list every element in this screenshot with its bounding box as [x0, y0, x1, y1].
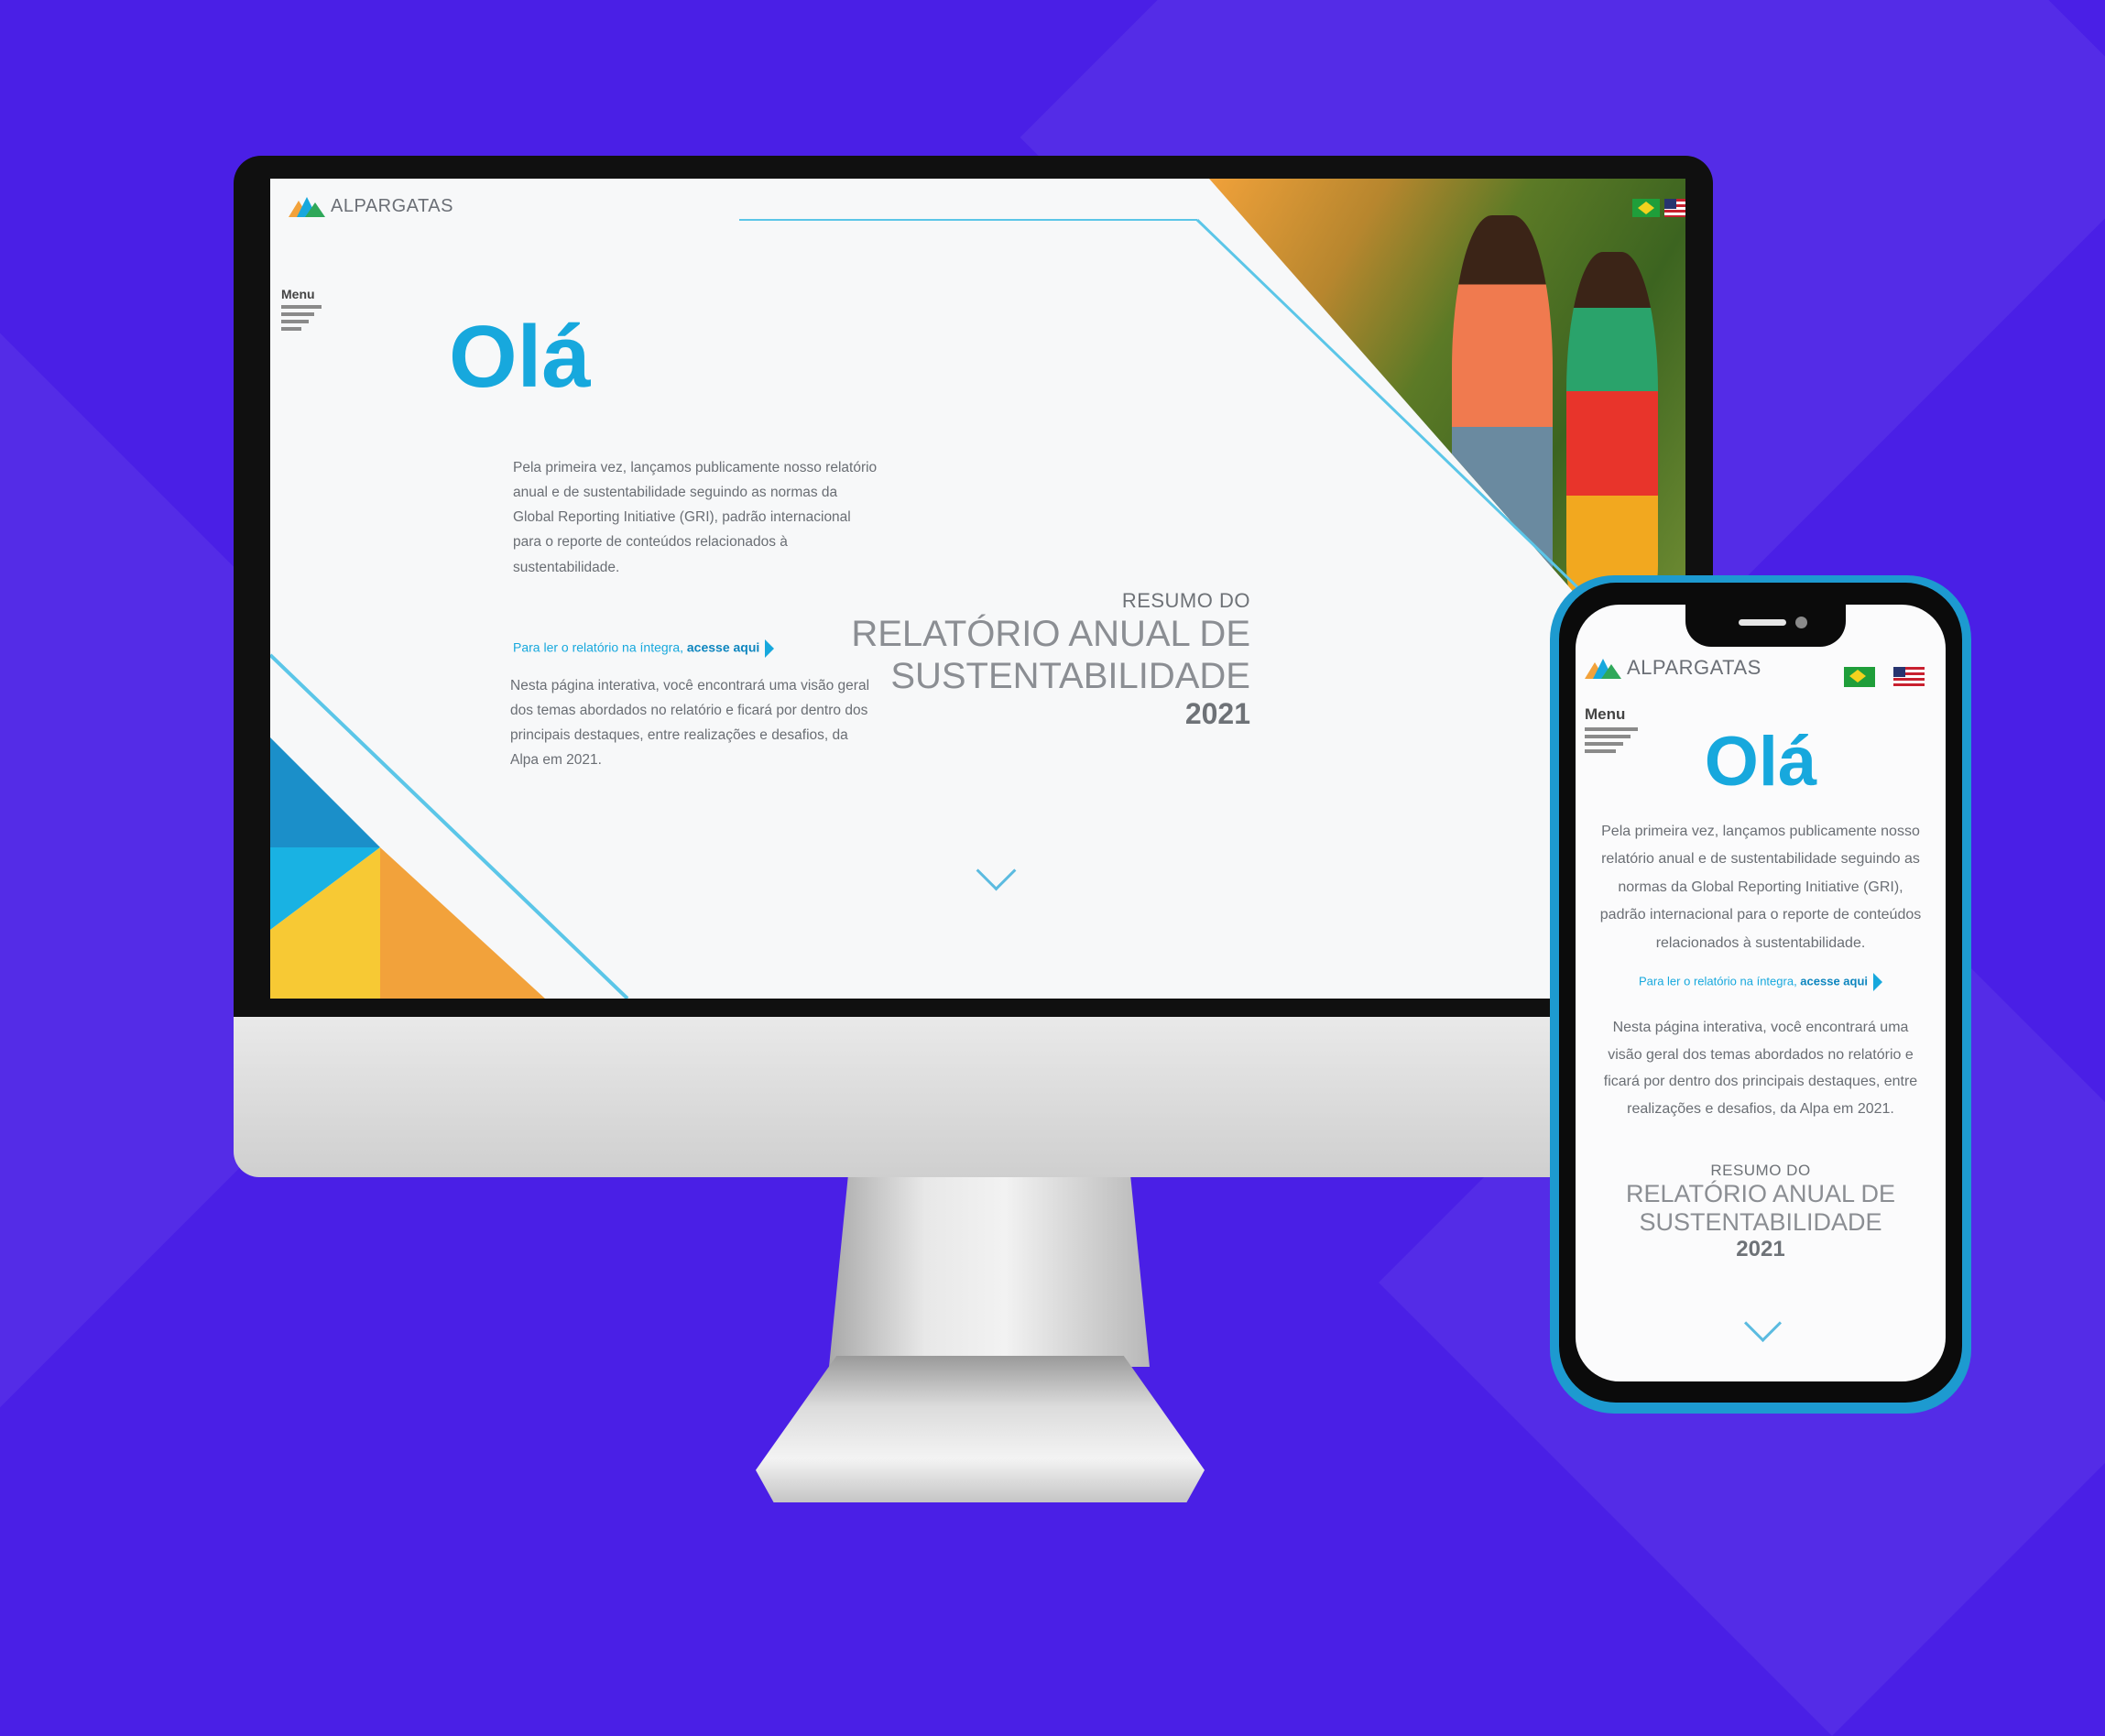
phone-bezel: ALPARGATAS Menu Olá Pela primeira vez, l… [1559, 583, 1962, 1403]
monitor-stand-base [756, 1356, 1205, 1502]
brazil-flag-icon[interactable] [1844, 667, 1875, 687]
front-camera [1795, 617, 1807, 628]
brand-logo-mobile[interactable]: ALPARGATAS [1585, 656, 1761, 680]
mobile-phone: ALPARGATAS Menu Olá Pela primeira vez, l… [1550, 575, 1971, 1414]
desktop-screen: ALPARGATAS Menu Olá Pela primeira vez, l… [270, 179, 1685, 999]
monitor-stand-neck [829, 1174, 1150, 1367]
brazil-flag-icon[interactable] [1632, 199, 1660, 217]
intro-paragraph: Pela primeira vez, lançamos publicamente… [513, 460, 878, 575]
desktop-monitor: ALPARGATAS Menu Olá Pela primeira vez, l… [234, 156, 1713, 1502]
usa-flag-icon[interactable] [1893, 667, 1925, 687]
phone-notch [1685, 605, 1846, 647]
intro-paragraph-mobile: Pela primeira vez, lançamos publicamente… [1599, 824, 1922, 951]
menu-label-mobile: Menu [1585, 705, 1626, 723]
greeting-heading-mobile: Olá [1704, 723, 1817, 801]
mobile-screen: ALPARGATAS Menu Olá Pela primeira vez, l… [1576, 605, 1946, 1381]
monitor-chin [234, 1017, 1713, 1177]
arrow-right-icon [765, 639, 775, 658]
report-title-mobile: RESUMO DO RELATÓRIO ANUAL DE SUSTENTABIL… [1625, 1162, 1896, 1262]
usa-flag-icon[interactable] [1664, 199, 1685, 217]
menu-button[interactable]: Menu [281, 287, 322, 331]
hamburger-icon [281, 305, 322, 331]
alpargatas-logo-icon [289, 195, 325, 217]
speaker-grille [1739, 619, 1786, 626]
arrow-right-icon [1873, 973, 1883, 991]
alpargatas-logo-icon [1585, 657, 1621, 679]
read-report-link[interactable]: Para ler o relatório na íntegra, acesse … [513, 639, 775, 658]
menu-label: Menu [281, 287, 315, 301]
greeting-heading: Olá [449, 308, 591, 406]
brand-name: ALPARGATAS [331, 195, 453, 216]
read-report-link-mobile[interactable]: Para ler o relatório na íntegra, acesse … [1576, 973, 1946, 991]
detail-paragraph-mobile: Nesta página interativa, você encontrará… [1603, 1020, 1918, 1117]
chevron-down-icon[interactable] [1743, 1304, 1783, 1343]
brand-name-mobile: ALPARGATAS [1627, 656, 1761, 679]
brand-logo[interactable]: ALPARGATAS [289, 195, 453, 217]
report-title: RESUMO DO RELATÓRIO ANUAL DE SUSTENTABIL… [851, 589, 1250, 730]
